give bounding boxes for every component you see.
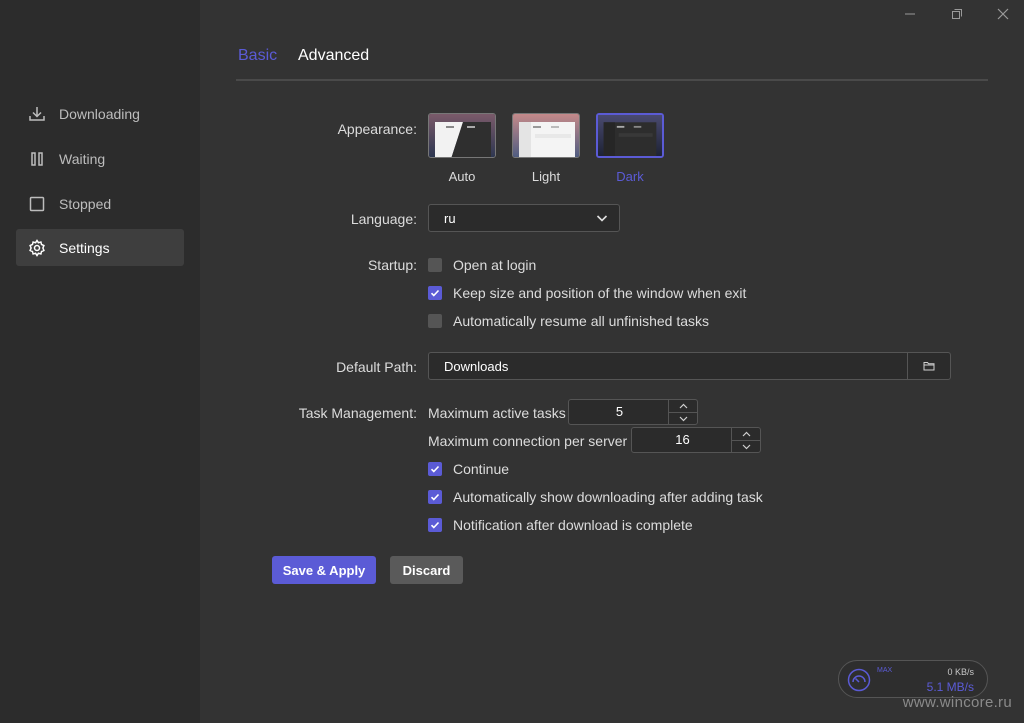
default-path-value: Downloads xyxy=(444,359,509,374)
pause-icon xyxy=(28,150,46,168)
sidebar-item-waiting[interactable]: Waiting xyxy=(16,140,184,177)
tab-divider xyxy=(236,79,988,81)
download-speed: 5.1 MB/s xyxy=(926,680,974,694)
sidebar-item-label: Settings xyxy=(59,239,110,256)
checkbox-label: Automatically show downloading after add… xyxy=(453,489,763,505)
checkmark-icon xyxy=(430,289,440,297)
appearance-label: Appearance: xyxy=(337,121,417,137)
maximize-button[interactable] xyxy=(947,4,967,24)
close-button[interactable] xyxy=(993,4,1013,24)
tab-basic[interactable]: Basic xyxy=(238,47,277,65)
browse-folder-button[interactable] xyxy=(907,353,950,379)
close-icon xyxy=(997,8,1009,20)
tab-advanced[interactable]: Advanced xyxy=(298,47,369,65)
continue-checkbox[interactable]: Continue xyxy=(428,460,509,478)
open-at-login-checkbox[interactable]: Open at login xyxy=(428,256,536,274)
download-icon xyxy=(28,105,46,123)
decrement-button[interactable] xyxy=(669,412,697,424)
sidebar-item-label: Downloading xyxy=(59,105,140,122)
language-select[interactable]: ru xyxy=(428,204,620,232)
notification-checkbox[interactable]: Notification after download is complete xyxy=(428,516,693,534)
stop-icon xyxy=(28,195,46,213)
save-apply-button[interactable]: Save & Apply xyxy=(272,556,376,584)
increment-button[interactable] xyxy=(669,400,697,412)
sidebar-item-label: Stopped xyxy=(59,195,112,212)
sidebar-item-stopped[interactable]: Stopped xyxy=(16,185,184,222)
resume-tasks-checkbox[interactable]: Automatically resume all unfinished task… xyxy=(428,312,709,330)
checkbox-label: Keep size and position of the window whe… xyxy=(453,285,747,301)
keep-window-size-checkbox[interactable]: Keep size and position of the window whe… xyxy=(428,284,746,302)
minimize-button[interactable] xyxy=(900,4,920,24)
discard-button[interactable]: Discard xyxy=(390,556,463,584)
theme-dark-label: Dark xyxy=(616,169,644,184)
chevron-down-icon xyxy=(742,444,750,449)
checkbox-checked[interactable] xyxy=(428,518,442,532)
language-label: Language: xyxy=(350,211,417,227)
checkbox-checked[interactable] xyxy=(428,490,442,504)
sidebar: Downloading Waiting Stopped Settings xyxy=(0,0,200,723)
checkbox-unchecked[interactable] xyxy=(428,314,442,328)
minimize-icon xyxy=(905,13,915,15)
checkbox-unchecked[interactable] xyxy=(428,258,442,272)
theme-dark-thumb[interactable] xyxy=(596,113,664,158)
stepper-value[interactable]: 5 xyxy=(569,400,670,424)
max-active-tasks-stepper[interactable]: 5 xyxy=(568,399,698,425)
checkmark-icon xyxy=(430,521,440,529)
startup-label: Startup: xyxy=(367,257,417,273)
checkbox-checked[interactable] xyxy=(428,286,442,300)
language-value: ru xyxy=(444,210,456,226)
decrement-button[interactable] xyxy=(732,440,760,452)
checkmark-icon xyxy=(430,465,440,473)
gear-icon xyxy=(28,238,46,257)
max-connection-stepper[interactable]: 16 xyxy=(631,427,761,453)
checkbox-label: Continue xyxy=(453,461,510,477)
task-management-label: Task Management: xyxy=(298,405,417,421)
chevron-down-icon xyxy=(679,416,687,421)
checkbox-label: Automatically resume all unfinished task… xyxy=(453,313,710,329)
chevron-up-icon xyxy=(679,403,687,409)
theme-auto-label: Auto xyxy=(448,169,476,184)
checkbox-checked[interactable] xyxy=(428,462,442,476)
checkbox-label: Open at login xyxy=(453,257,537,273)
theme-light-label: Light xyxy=(531,169,561,184)
maximize-icon xyxy=(952,9,962,19)
max-active-tasks-label: Maximum active tasks xyxy=(428,405,566,421)
max-connection-label: Maximum connection per server xyxy=(428,433,628,449)
show-downloading-checkbox[interactable]: Automatically show downloading after add… xyxy=(428,488,763,506)
speedometer-icon xyxy=(847,668,871,692)
theme-auto-thumb[interactable] xyxy=(428,113,496,158)
sidebar-item-settings[interactable]: Settings xyxy=(16,229,184,266)
theme-light-thumb[interactable] xyxy=(512,113,580,158)
chevron-down-icon xyxy=(596,215,608,222)
watermark: www.wincore.ru xyxy=(902,694,1012,711)
default-path-field[interactable]: Downloads xyxy=(428,352,951,380)
chevron-up-icon xyxy=(742,431,750,437)
default-path-label: Default Path: xyxy=(336,359,417,375)
sidebar-item-downloading[interactable]: Downloading xyxy=(16,95,184,132)
checkbox-label: Notification after download is complete xyxy=(453,517,693,533)
folder-icon xyxy=(923,362,935,371)
checkmark-icon xyxy=(430,493,440,501)
stepper-value[interactable]: 16 xyxy=(632,428,733,452)
speed-meter[interactable]: MAX 0 KB/s 5.1 MB/s xyxy=(838,660,988,698)
sidebar-item-label: Waiting xyxy=(59,150,106,167)
speed-limit-label: MAX xyxy=(877,667,893,674)
upload-speed: 0 KB/s xyxy=(947,667,974,677)
increment-button[interactable] xyxy=(732,428,760,440)
